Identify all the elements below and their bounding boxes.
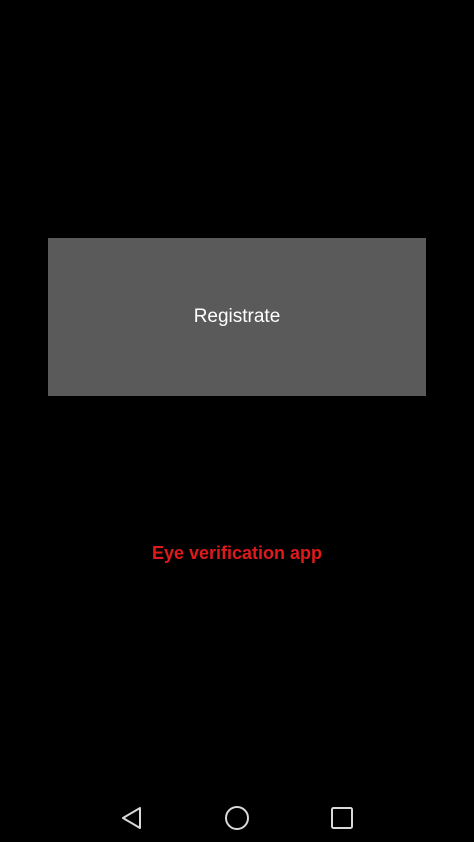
app-screen: Registrate Eye verification app [0,0,474,842]
recent-apps-button[interactable] [312,794,372,842]
app-title: Eye verification app [151,543,323,563]
register-button[interactable]: Registrate [48,238,426,396]
back-button[interactable] [102,794,162,842]
navigation-bar [0,794,474,842]
home-button[interactable] [207,794,267,842]
back-icon [122,807,141,829]
home-icon [225,806,249,830]
recent-apps-icon [331,807,353,829]
